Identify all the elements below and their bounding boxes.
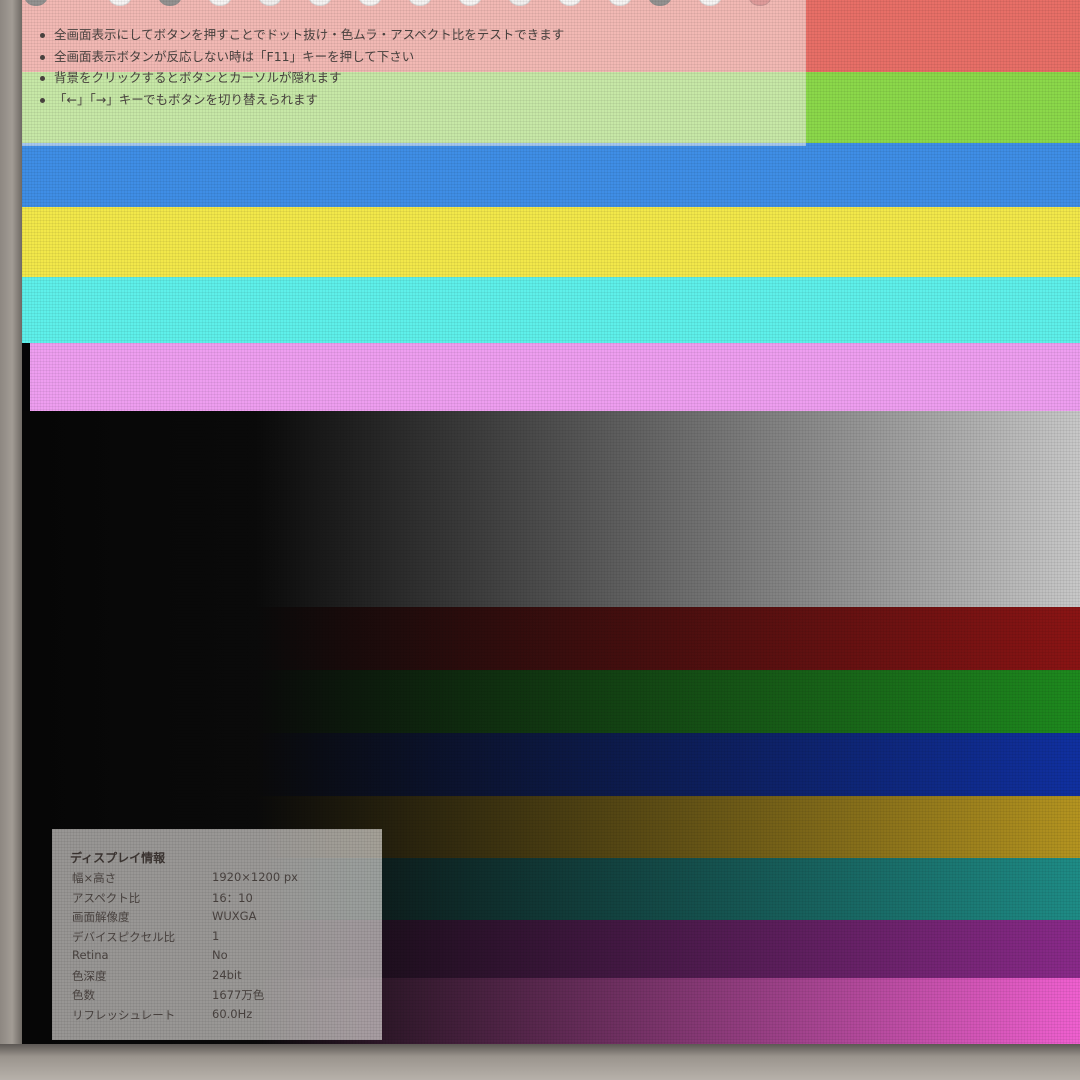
info-row-color-count: 色数 1677万色 (72, 987, 372, 1005)
info-value: 16：10 (212, 890, 253, 905)
info-value: 1920×1200 px (212, 870, 298, 884)
info-row-aspect-ratio: アスペクト比 16：10 (72, 890, 372, 908)
info-label: 色数 (72, 988, 95, 1002)
monitor-bezel-left (0, 0, 22, 1080)
info-label: リフレッシュレート (72, 1007, 176, 1022)
solid-band[interactable] (30, 343, 1080, 411)
instruction-item: 全画面表示ボタンが反応しない時は「F11」キーを押して下さい (40, 46, 806, 68)
info-value: WUXGA (212, 909, 257, 923)
solid-band[interactable] (22, 277, 1080, 343)
info-row-color-depth: 色深度 24bit (72, 968, 372, 986)
gradient-band-blue[interactable] (22, 733, 1080, 796)
instruction-item: 「←」「→」キーでもボタンを切り替えられます (40, 89, 806, 111)
solid-band[interactable] (22, 207, 1080, 277)
info-value: 1677万色 (212, 988, 265, 1002)
info-value: 24bit (212, 967, 242, 982)
test-pattern-screen[interactable]: 全画面表示にしてボタンを押すことでドット抜け・色ムラ・アスペクト比をテストできま… (22, 0, 1080, 1046)
info-label: Retina (72, 948, 109, 962)
info-label: 画面解像度 (72, 910, 130, 924)
instructions-list: 全画面表示にしてボタンを押すことでドット抜け・色ムラ・アスペクト比をテストできま… (22, 0, 806, 110)
info-label: デバイスピクセル比 (72, 929, 176, 944)
info-value: No (212, 948, 228, 962)
instruction-item: 背景をクリックするとボタンとカーソルが隠れます (40, 67, 806, 89)
gradient-band-red[interactable] (22, 607, 1080, 670)
instructions-panel: 全画面表示にしてボタンを押すことでドット抜け・色ムラ・アスペクト比をテストできま… (22, 0, 806, 146)
solid-band[interactable] (22, 143, 1080, 207)
info-row-screen-resolution: 画面解像度 WUXGA (72, 909, 372, 927)
instruction-item: 全画面表示にしてボタンを押すことでドット抜け・色ムラ・アスペクト比をテストできま… (40, 24, 806, 46)
info-value: 1 (212, 928, 220, 943)
info-value: 60.0Hz (212, 1006, 253, 1021)
display-info-title: ディスプレイ情報 (70, 851, 166, 865)
info-label: 幅×高さ (72, 871, 117, 885)
info-row-refresh-rate: リフレッシュレート 60.0Hz (72, 1007, 372, 1025)
info-row-device-pixel-ratio: デバイスピクセル比 1 (72, 929, 372, 947)
gradient-band-white[interactable] (22, 411, 1080, 607)
info-row-resolution: 幅×高さ 1920×1200 px (72, 870, 372, 888)
info-label: 色深度 (72, 968, 107, 983)
display-info-panel: ディスプレイ情報 幅×高さ 1920×1200 px アスペクト比 16：10 … (52, 829, 382, 1040)
gradient-band-green[interactable] (22, 670, 1080, 733)
monitor-bezel-bottom (0, 1044, 1080, 1080)
info-label: アスペクト比 (72, 890, 141, 905)
info-row-retina: Retina No (72, 948, 372, 966)
